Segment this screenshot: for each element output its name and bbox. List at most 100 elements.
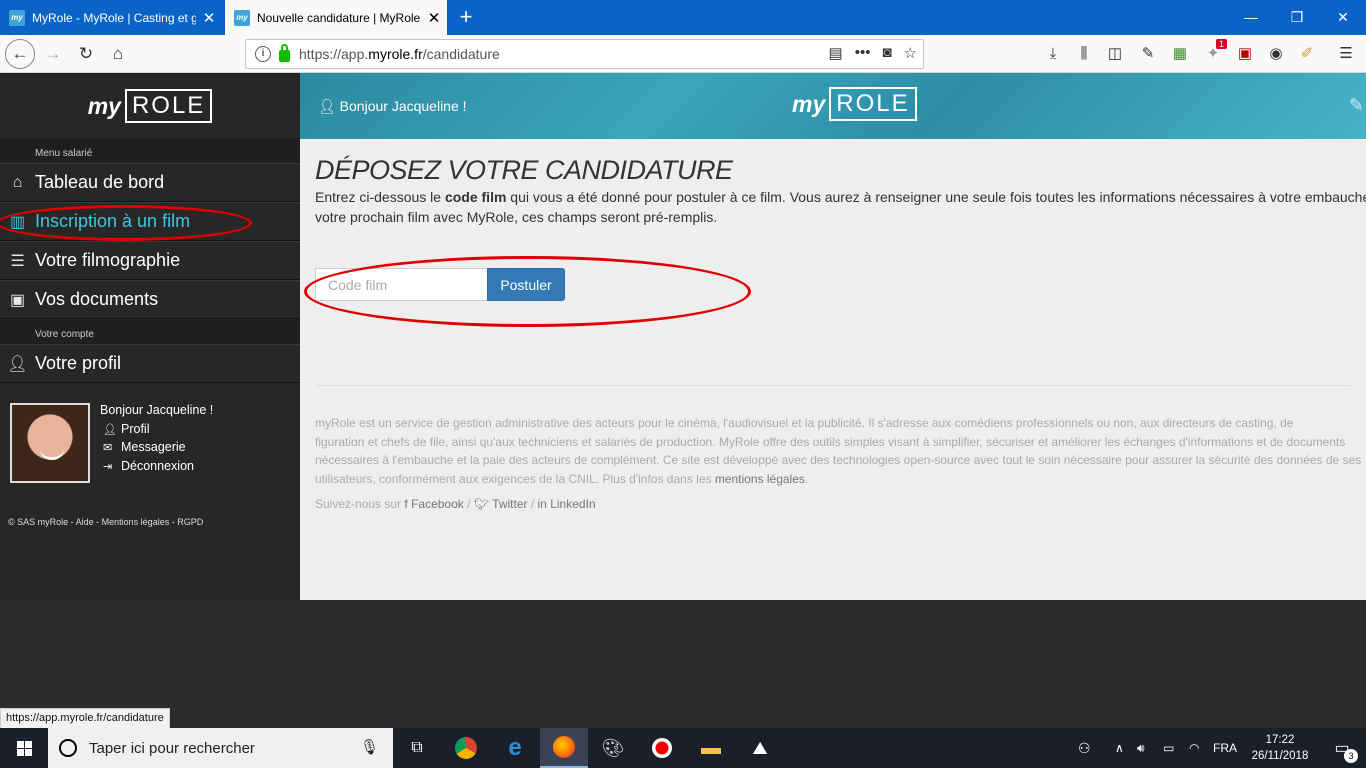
user-icon: 👤︎: [7, 355, 28, 373]
hamburger-menu-icon[interactable]: ☰: [1336, 44, 1356, 64]
firefox-icon[interactable]: [540, 728, 588, 768]
status-bar-url: https://app.myrole.fr/candidature: [0, 708, 170, 729]
extension-grid-icon[interactable]: ▦: [1170, 44, 1190, 64]
microphone-icon[interactable]: 🎙︎: [360, 738, 379, 756]
page: my ROLE Menu salarié ⌂ Tableau de bord ▥…: [0, 73, 1366, 600]
facebook-icon: f: [404, 497, 408, 511]
tab-nouvelle-candidature[interactable]: my Nouvelle candidature | MyRole ✕: [225, 0, 447, 35]
list-icon: ☰: [10, 252, 25, 270]
window-close-icon[interactable]: ✕: [1320, 0, 1366, 35]
time: 17:22: [1265, 734, 1295, 746]
sidebar-item-profile[interactable]: 👤︎ Votre profil: [0, 344, 300, 383]
footer-description: myRole est un service de gestion adminis…: [315, 416, 1362, 486]
logout-link[interactable]: ⇥ Déconnexion: [100, 459, 213, 478]
start-button[interactable]: [0, 728, 48, 768]
profil-link[interactable]: 👤︎ Profil: [100, 422, 213, 441]
action-center-icon[interactable]: ▭ 3: [1318, 728, 1366, 768]
main-content: 👤︎ Bonjour Jacqueline ! my ROLE ✎ DÉPOSE…: [300, 73, 1366, 600]
record-icon[interactable]: [638, 728, 686, 768]
eyedropper-icon[interactable]: ✎: [1138, 44, 1158, 64]
social-links: Suivez-nous sur f Facebook / 🐦︎ Twitter …: [315, 497, 596, 511]
sidebar: my ROLE Menu salarié ⌂ Tableau de bord ▥…: [0, 73, 300, 600]
header-greeting: 👤︎ Bonjour Jacqueline !: [318, 98, 467, 114]
tab-title: MyRole - MyRole | Casting et g: [32, 10, 196, 25]
minimize-icon[interactable]: —: [1228, 0, 1274, 35]
sidebar-logo[interactable]: my ROLE: [0, 73, 300, 139]
myrole-favicon-icon: my: [9, 9, 25, 26]
task-view-icon[interactable]: ⧉: [393, 728, 441, 768]
linkedin-link[interactable]: in LinkedIn: [538, 497, 596, 511]
divider: [315, 385, 1351, 386]
clock[interactable]: 17:22 26/11/2018: [1245, 732, 1315, 764]
close-tab-icon[interactable]: ✕: [421, 9, 447, 27]
download-icon[interactable]: ⤓: [1043, 44, 1063, 64]
user-icon: 👤︎: [318, 98, 340, 114]
messagerie-link[interactable]: ✉ Messagerie: [100, 440, 213, 459]
home-icon: ⌂: [12, 173, 23, 191]
twitter-link[interactable]: 🐦︎ Twitter: [474, 497, 528, 511]
url-bar[interactable]: i https://app.myrole.fr/candidature ▤ ••…: [245, 39, 924, 69]
user-icon: 👤︎: [103, 423, 117, 436]
volume-icon[interactable]: 🔊︎: [1137, 728, 1145, 768]
bookmark-star-icon[interactable]: ☆: [904, 44, 917, 62]
avatar: [10, 403, 90, 483]
chrome-icon[interactable]: [442, 728, 490, 768]
sidebar-item-documents[interactable]: ▣ Vos documents: [0, 280, 300, 319]
sidebar-item-label: Vos documents: [35, 289, 159, 309]
linkedin-icon: in: [537, 497, 547, 511]
show-hidden-icons-icon[interactable]: ∧: [1115, 728, 1124, 768]
sidebar-item-dashboard[interactable]: ⌂ Tableau de bord: [0, 163, 300, 202]
edge-icon[interactable]: e: [491, 728, 539, 768]
notification-badge: 3: [1344, 749, 1358, 763]
more-actions-icon[interactable]: •••: [855, 44, 871, 62]
photos-icon[interactable]: ⛰: [736, 728, 784, 768]
restore-icon[interactable]: ❐: [1274, 0, 1320, 35]
reader-view-icon[interactable]: ▤: [829, 44, 843, 62]
close-tab-icon[interactable]: ✕: [196, 9, 222, 27]
people-icon[interactable]: ⚇: [1078, 728, 1091, 768]
browser-nav-bar: ← → ↻ ⌂ i https://app.myrole.fr/candidat…: [0, 35, 1366, 73]
facebook-link[interactable]: f Facebook: [404, 497, 463, 511]
pencil-icon: ✎: [1348, 95, 1364, 115]
brush-icon[interactable]: ✐: [1297, 44, 1317, 64]
sidebar-icon[interactable]: ◫: [1105, 44, 1125, 64]
sidebar-footer[interactable]: © SAS myRole - Aide - Mentions légales -…: [8, 517, 203, 527]
sidebar-item-label: Tableau de bord: [35, 172, 165, 192]
sidebar-item-label: Votre profil: [35, 353, 122, 373]
wifi-icon[interactable]: ◠: [1189, 728, 1199, 768]
paint-icon[interactable]: 🎨︎: [589, 728, 637, 768]
new-tab-button[interactable]: +: [452, 3, 480, 31]
site-info-icon[interactable]: i: [255, 46, 271, 62]
tab-title: Nouvelle candidature | MyRole: [257, 10, 421, 25]
back-arrow-icon[interactable]: ←: [5, 39, 35, 69]
cortana-icon: [59, 739, 77, 757]
browser-tab-bar: my MyRole - MyRole | Casting et g ✕ my N…: [0, 0, 1366, 35]
extension-badge: 1: [1216, 39, 1228, 49]
reload-icon[interactable]: ↻: [71, 39, 101, 69]
pdf-icon[interactable]: ▣: [1235, 44, 1255, 64]
taskbar: Taper ici pour rechercher 🎙︎ ⧉ e 🎨︎ ▬ ⛰ …: [0, 728, 1366, 768]
home-icon[interactable]: ⌂: [103, 39, 133, 69]
color-wheel-icon[interactable]: ◉: [1266, 44, 1286, 64]
forward-arrow-icon[interactable]: →: [38, 39, 68, 69]
language-indicator[interactable]: FRA: [1213, 728, 1237, 768]
library-icon[interactable]: ⫼: [1074, 44, 1094, 64]
intro-text: Entrez ci-dessous le code film qui vous …: [315, 189, 1366, 225]
battery-icon[interactable]: ▭: [1163, 728, 1174, 768]
section-label-employee: Menu salarié: [0, 139, 300, 163]
briefcase-icon: ▣: [9, 291, 26, 309]
mentions-legales-link[interactable]: mentions légales: [715, 472, 805, 486]
user-card: Bonjour Jacqueline ! 👤︎ Profil ✉ Messageri…: [0, 383, 300, 483]
highlight-ellipse-menu: [0, 205, 252, 241]
envelope-icon: ✉: [103, 442, 113, 454]
header-logo[interactable]: my ROLE: [792, 87, 917, 121]
sidebar-item-filmography[interactable]: ☰ Votre filmographie: [0, 241, 300, 280]
lock-icon: [279, 44, 290, 62]
file-explorer-icon[interactable]: ▬: [687, 728, 735, 768]
pocket-icon[interactable]: ◙: [882, 44, 891, 62]
tab-myrole-casting[interactable]: my MyRole - MyRole | Casting et g ✕: [0, 0, 222, 35]
page-title: DÉPOSEZ VOTRE CANDIDATURE: [315, 155, 733, 185]
highlight-ellipse-form: [304, 256, 751, 327]
header-banner: 👤︎ Bonjour Jacqueline ! my ROLE ✎: [300, 73, 1366, 139]
taskbar-search[interactable]: Taper ici pour rechercher 🎙︎: [48, 728, 393, 768]
